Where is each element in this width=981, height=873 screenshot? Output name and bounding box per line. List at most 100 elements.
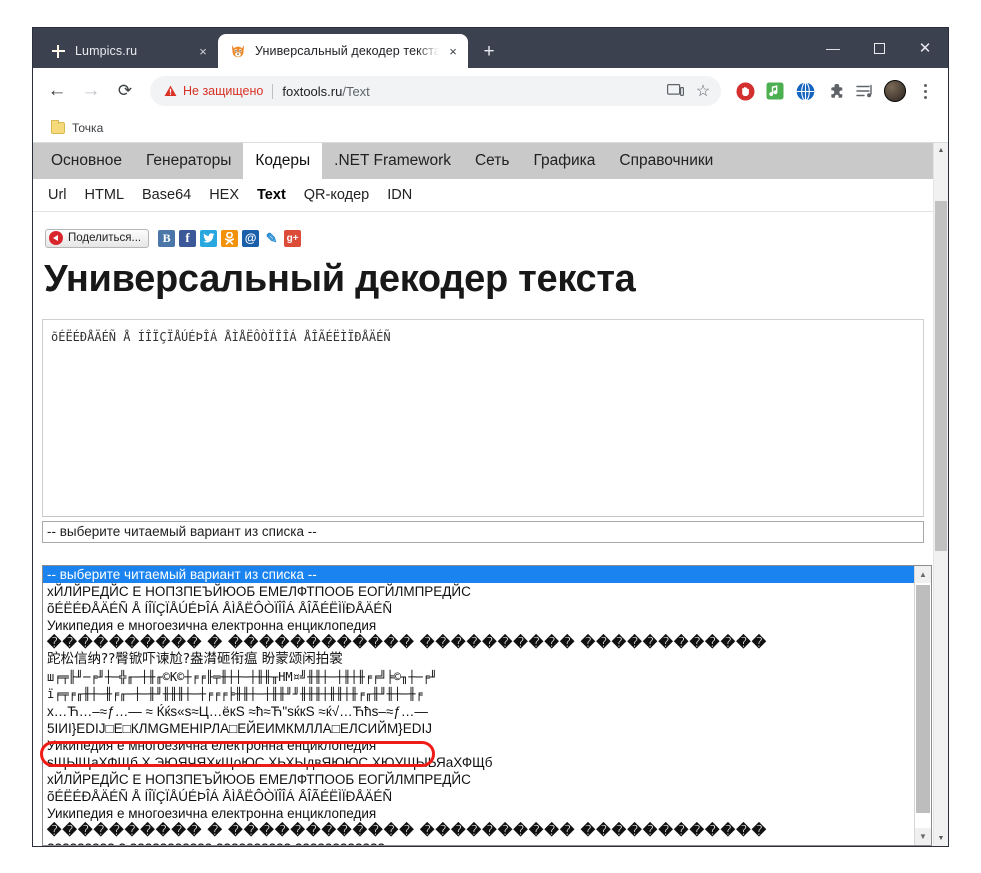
- livejournal-share-icon[interactable]: ✎: [263, 230, 280, 247]
- subnav-item-url[interactable]: Url: [39, 187, 76, 203]
- puzzle-icon[interactable]: [820, 76, 850, 106]
- variant-select-dropdown[interactable]: -- выберите читаемый вариант из списка -…: [42, 565, 932, 846]
- subnav-item-qr[interactable]: QR-кодер: [295, 187, 378, 203]
- googleplus-share-icon[interactable]: g+: [284, 229, 302, 247]
- page-title: Универсальный декодер текста: [44, 258, 636, 300]
- scroll-up-icon[interactable]: ▲: [915, 566, 931, 583]
- nav-item-kodery[interactable]: Кодеры: [243, 143, 323, 179]
- twitter-share-icon[interactable]: [200, 229, 218, 247]
- nav-item-net-framework[interactable]: .NET Framework: [322, 143, 463, 179]
- reload-button[interactable]: ⟳: [110, 76, 140, 106]
- site-sub-nav: Url HTML Base64 HEX Text QR-кодер IDN: [33, 179, 933, 212]
- dropdown-option[interactable]: ш╒╤╟╜─╒╜┼─╬╓─┼╫╓©К©┼╒╒╟╤╫┼┼─┼╫╫╥НМ¤╝╫╫┼─…: [43, 669, 914, 686]
- dropdown-option[interactable]: õÉËÉÐÅÄÉÑ Å ÍÎÏÇÏÅÚÉÞÎÁ ÅÌÅËÔÒÏÎÎÁ ÅÎÃÉË…: [43, 600, 914, 617]
- decoder-input-textarea[interactable]: õÉËÉÐÅÄÉÑ Å ÍÎÏÇÏÅÚÉÞÎÁ ÅÌÅËÔÒÏÎÎÁ ÅÎÃÉË…: [42, 319, 924, 517]
- bookmark-star-icon[interactable]: ☆: [689, 77, 717, 105]
- close-window-button[interactable]: ✕: [902, 32, 948, 64]
- dropdown-option[interactable]: Уикипедия е многоезична електронна енцик…: [43, 805, 914, 822]
- facebook-share-icon[interactable]: f: [179, 229, 197, 247]
- browser-toolbar: ← → ⟳ Не защищено foxtools.ru/Text ☆: [33, 68, 948, 114]
- minimize-button[interactable]: —: [810, 32, 856, 64]
- bookmark-item[interactable]: Точка: [45, 119, 109, 137]
- subnav-item-text[interactable]: Text: [248, 187, 295, 203]
- forward-button[interactable]: →: [76, 76, 106, 106]
- omnibox-icons: ☆: [661, 77, 717, 105]
- dropdown-option[interactable]: ���������� � ������������ ���������� ���…: [43, 634, 914, 651]
- speaker-icon: [49, 231, 63, 245]
- address-bar[interactable]: Не защищено foxtools.ru/Text ☆: [150, 76, 721, 106]
- adblock-icon[interactable]: [730, 76, 760, 106]
- security-warning[interactable]: Не защищено: [164, 84, 263, 98]
- dropdown-option[interactable]: ????????? ? ??????????? ?????????? ?????…: [43, 840, 914, 846]
- share-bar: Поделиться... В f @ ✎ g+: [45, 228, 924, 248]
- warning-triangle-icon: [164, 85, 177, 96]
- maximize-button[interactable]: [856, 32, 902, 64]
- tab-title: Универсальный декодер текста: [255, 44, 439, 58]
- variant-select[interactable]: -- выберите читаемый вариант из списка -…: [42, 521, 924, 543]
- dropdown-scroll-track[interactable]: [915, 583, 931, 828]
- security-warning-label: Не защищено: [183, 84, 264, 98]
- bookmarks-bar: Точка: [33, 114, 948, 143]
- mailru-share-icon[interactable]: @: [242, 229, 260, 247]
- page-body: Поделиться... В f @ ✎ g+ Универсальный д…: [33, 228, 933, 543]
- window-controls: — ✕: [810, 28, 948, 68]
- back-button[interactable]: ←: [42, 76, 72, 106]
- dropdown-option[interactable]: хЙЛЙРЕДЙС Е НОПЗПЕЪЙЮОБ ЕМЕЛФТПООБ ЕОГЙЛ…: [43, 583, 914, 600]
- tab-strip: Lumpics.ru × Универсальный декодер текст…: [33, 28, 948, 68]
- dropdown-option[interactable]: õÉËÉÐÅÄÉÑ Å ÍÎÏÇÏÅÚÉÞÎÁ ÅÌÅËÔÒÏÎÎÁ ÅÎÃÉË…: [43, 788, 914, 805]
- dropdown-option[interactable]: 跎松信纳??臀锨吓谏尬?盎潸砸衔瘟 盼蒙颂闲拍裳: [43, 651, 914, 668]
- dropdown-option-highlighted[interactable]: Уикипедия е многоезична електронна енцик…: [43, 617, 914, 634]
- globe-icon[interactable]: [790, 76, 820, 106]
- new-tab-button[interactable]: +: [475, 37, 503, 65]
- folder-icon: [51, 120, 65, 134]
- page-scroll-down-icon[interactable]: ▼: [934, 831, 948, 846]
- extension-icons: [730, 76, 910, 106]
- tab-close-icon[interactable]: ×: [194, 42, 212, 60]
- vk-share-icon[interactable]: В: [158, 229, 176, 247]
- music-icon[interactable]: [760, 76, 790, 106]
- page-scroll-track[interactable]: [934, 158, 948, 831]
- tab-close-icon[interactable]: ×: [444, 42, 462, 60]
- nav-item-generatory[interactable]: Генераторы: [134, 143, 243, 179]
- dropdown-option[interactable]: 5ІИІ}EDIJ□E□КЛMGMEHIРЛА□ЕЙЕИМКМЛЛА□ЕЛСИЙ…: [43, 720, 914, 737]
- subnav-item-html[interactable]: HTML: [76, 187, 133, 203]
- dropdown-scrollbar[interactable]: ▲ ▼: [914, 566, 931, 845]
- cast-icon[interactable]: [661, 77, 689, 105]
- dropdown-option[interactable]: sЩЫЩаХФЩб Х ЭЮЯЧЯХкЩоЮС ХЬХЫдвЯЮЮС ХЮУЩЫ…: [43, 754, 914, 771]
- avatar[interactable]: [880, 76, 910, 106]
- omnibox-divider: [272, 83, 274, 99]
- dropdown-option-list: -- выберите читаемый вариант из списка -…: [43, 566, 914, 845]
- subnav-item-idn[interactable]: IDN: [378, 187, 421, 203]
- site-main-nav: Основное Генераторы Кодеры .NET Framewor…: [33, 143, 933, 179]
- dropdown-option[interactable]: ï╒╤╒╓╫┼─╫╒╓─┼─╫╜╫╫╫┼─┼╒╒╒╞╫╫┼─┼╫╫╜╜╫╫╫┼╫…: [43, 686, 914, 703]
- screenshot-root: Lumpics.ru × Универсальный декодер текст…: [0, 0, 981, 873]
- subnav-item-hex[interactable]: HEX: [200, 187, 248, 203]
- nav-item-osnovnoe[interactable]: Основное: [39, 143, 134, 179]
- url-path: /Text: [342, 83, 370, 99]
- playlist-icon[interactable]: [850, 76, 880, 106]
- browser-tab-decoder[interactable]: Универсальный декодер текста ×: [218, 34, 468, 68]
- dropdown-option[interactable]: Уикипедия е многоезична електронна енцик…: [43, 737, 914, 754]
- odnoklassniki-share-icon[interactable]: [221, 229, 239, 247]
- page-content: Основное Генераторы Кодеры .NET Framewor…: [33, 143, 933, 846]
- dropdown-option[interactable]: хЙЛЙРЕДЙС Е НОПЗПЕЪЙЮОБ ЕМЕЛФТПООБ ЕОГЙЛ…: [43, 771, 914, 788]
- tab-title: Lumpics.ru: [75, 44, 138, 58]
- browser-tab-lumpics[interactable]: Lumpics.ru ×: [38, 34, 218, 68]
- bookmark-label: Точка: [72, 121, 104, 135]
- browser-menu-button[interactable]: [912, 77, 938, 105]
- page-viewport: Основное Генераторы Кодеры .NET Framewor…: [33, 143, 948, 846]
- url-host: foxtools.ru: [282, 83, 343, 99]
- scroll-down-icon[interactable]: ▼: [915, 828, 931, 845]
- page-scrollbar[interactable]: ▲ ▼: [933, 143, 948, 846]
- share-button[interactable]: Поделиться...: [45, 228, 150, 248]
- nav-item-spravochniki[interactable]: Справочники: [607, 143, 725, 179]
- dropdown-scroll-thumb[interactable]: [916, 585, 930, 813]
- dropdown-option[interactable]: ���������� � ������������ ���������� ���…: [43, 822, 914, 839]
- nav-item-grafika[interactable]: Графика: [521, 143, 607, 179]
- subnav-item-base64[interactable]: Base64: [133, 187, 200, 203]
- dropdown-option[interactable]: -- выберите читаемый вариант из списка -…: [43, 566, 914, 584]
- dropdown-option[interactable]: x…Ћ…–≈ƒ…— ≈ Ќќs«s≈Ц…ёкS ≈ћ≈Ћ"sќкS ≈ќ√…Ћћ…: [43, 703, 914, 720]
- nav-item-set[interactable]: Сеть: [463, 143, 521, 179]
- page-scroll-thumb[interactable]: [935, 201, 947, 551]
- page-scroll-up-icon[interactable]: ▲: [934, 143, 948, 158]
